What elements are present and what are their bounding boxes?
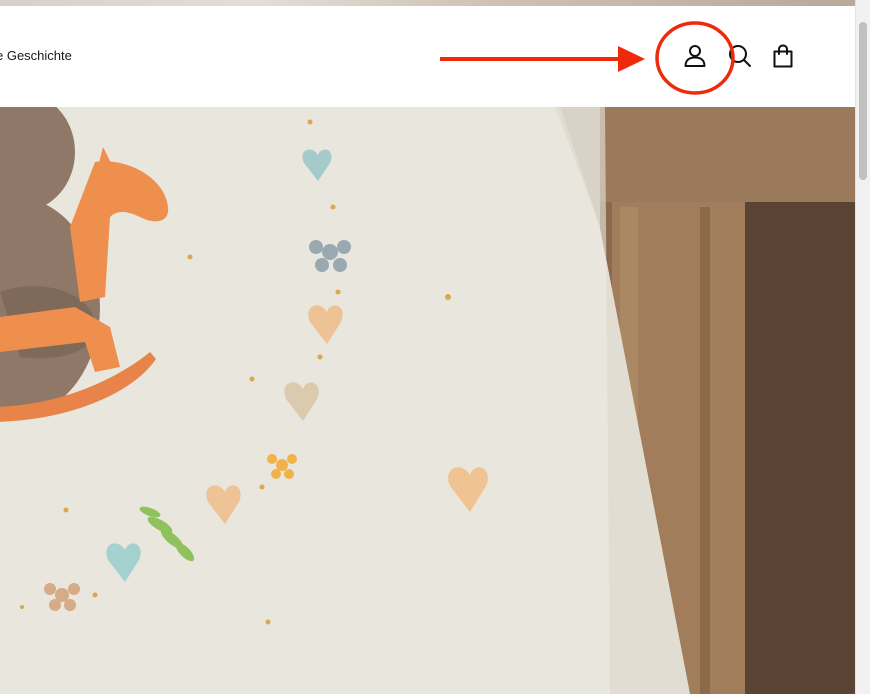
scrollbar-thumb[interactable] [859,22,867,180]
nav-link-geschichte[interactable]: e Geschichte [0,48,72,63]
red-arrow-annotation [440,46,645,72]
search-icon[interactable] [726,42,754,70]
account-icon[interactable] [681,42,709,70]
hero-image [0,107,855,694]
page-scrollbar[interactable] [855,0,870,694]
site-header: e Geschichte [0,6,855,108]
cart-icon[interactable] [769,42,797,70]
